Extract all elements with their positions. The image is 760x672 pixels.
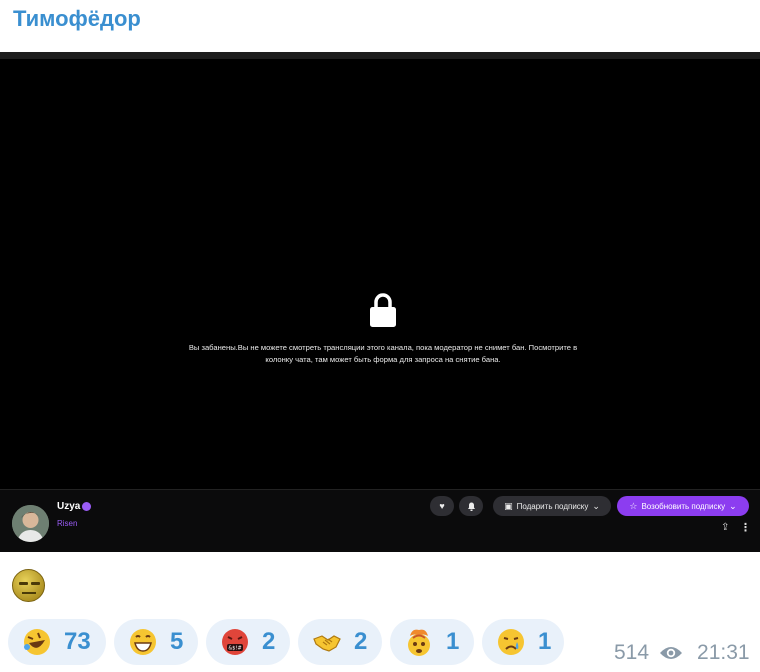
reaction-exploding-head[interactable]: 1 bbox=[390, 619, 474, 665]
view-count: 514 bbox=[614, 641, 650, 664]
reaction-count: 2 bbox=[262, 628, 276, 655]
message-photo[interactable]: Вы забанены.Вы не можете смотреть трансл… bbox=[0, 52, 760, 552]
rolling-on-floor-laughing-icon bbox=[24, 629, 50, 655]
face-with-symbols-on-mouth-icon: &$!# bbox=[222, 629, 248, 655]
verified-icon bbox=[82, 502, 91, 511]
reaction-count: 73 bbox=[64, 628, 91, 655]
reaction-count: 5 bbox=[170, 628, 184, 655]
more-options-icon[interactable]: ⋮ bbox=[740, 521, 751, 534]
emoji-eye bbox=[19, 582, 28, 585]
gift-sub-label: Подарить подписку bbox=[516, 501, 589, 511]
media-top-strip bbox=[0, 52, 760, 59]
notifications-button[interactable] bbox=[459, 496, 483, 516]
chevron-down-icon: ⌄ bbox=[729, 500, 737, 511]
chevron-down-icon: ⌄ bbox=[592, 500, 600, 511]
reaction-grin[interactable]: 5 bbox=[114, 619, 198, 665]
message-meta: 514 21:31 bbox=[614, 641, 750, 665]
svg-text:&$!#: &$!# bbox=[228, 646, 241, 652]
message-bubble: Тимофёдор Вы забанены.Вы не можете смотр… bbox=[0, 0, 760, 672]
streamer-game[interactable]: Risen bbox=[57, 519, 77, 528]
grinning-face-icon bbox=[130, 629, 156, 655]
resub-button[interactable]: ☆ Возобновить подписку ⌄ bbox=[617, 496, 749, 516]
reaction-count: 2 bbox=[354, 628, 368, 655]
exploding-head-icon bbox=[408, 629, 430, 656]
gift-icon: ▣ bbox=[504, 500, 513, 511]
message-author[interactable]: Тимофёдор bbox=[13, 6, 141, 32]
emoji-eye bbox=[31, 582, 40, 585]
emoji-mouth bbox=[22, 592, 36, 594]
reaction-swearing[interactable]: &$!# 2 bbox=[206, 619, 290, 665]
ban-message: Вы забанены.Вы не можете смотреть трансл… bbox=[188, 343, 578, 364]
streamer-avatar bbox=[12, 505, 49, 542]
reaction-rofl[interactable]: 73 bbox=[8, 619, 106, 665]
heart-icon: ♥ bbox=[439, 500, 445, 511]
bell-icon bbox=[467, 502, 475, 511]
share-icon[interactable]: ⇪ bbox=[721, 522, 729, 533]
eye-icon bbox=[660, 647, 683, 659]
crying-face-icon bbox=[498, 629, 524, 655]
lock-icon bbox=[370, 293, 396, 327]
message-time: 21:31 bbox=[697, 641, 750, 664]
streamer-name[interactable]: Uzya bbox=[57, 501, 80, 512]
reaction-count: 1 bbox=[538, 628, 552, 655]
grimace-emoji-icon bbox=[12, 569, 45, 602]
gift-sub-button[interactable]: ▣ Подарить подписку ⌄ bbox=[493, 496, 611, 516]
star-icon: ☆ bbox=[629, 500, 638, 511]
reaction-crying[interactable]: 1 bbox=[482, 619, 564, 665]
stream-info-bar: Uzya Risen ♥ ▣ Подарить подписку ⌄ ☆ Воз… bbox=[0, 489, 760, 552]
handshake-icon bbox=[313, 635, 341, 652]
resub-label: Возобновить подписку bbox=[641, 501, 726, 511]
reaction-handshake[interactable]: 2 bbox=[298, 619, 382, 665]
follow-button[interactable]: ♥ bbox=[430, 496, 454, 516]
reaction-count: 1 bbox=[446, 628, 460, 655]
